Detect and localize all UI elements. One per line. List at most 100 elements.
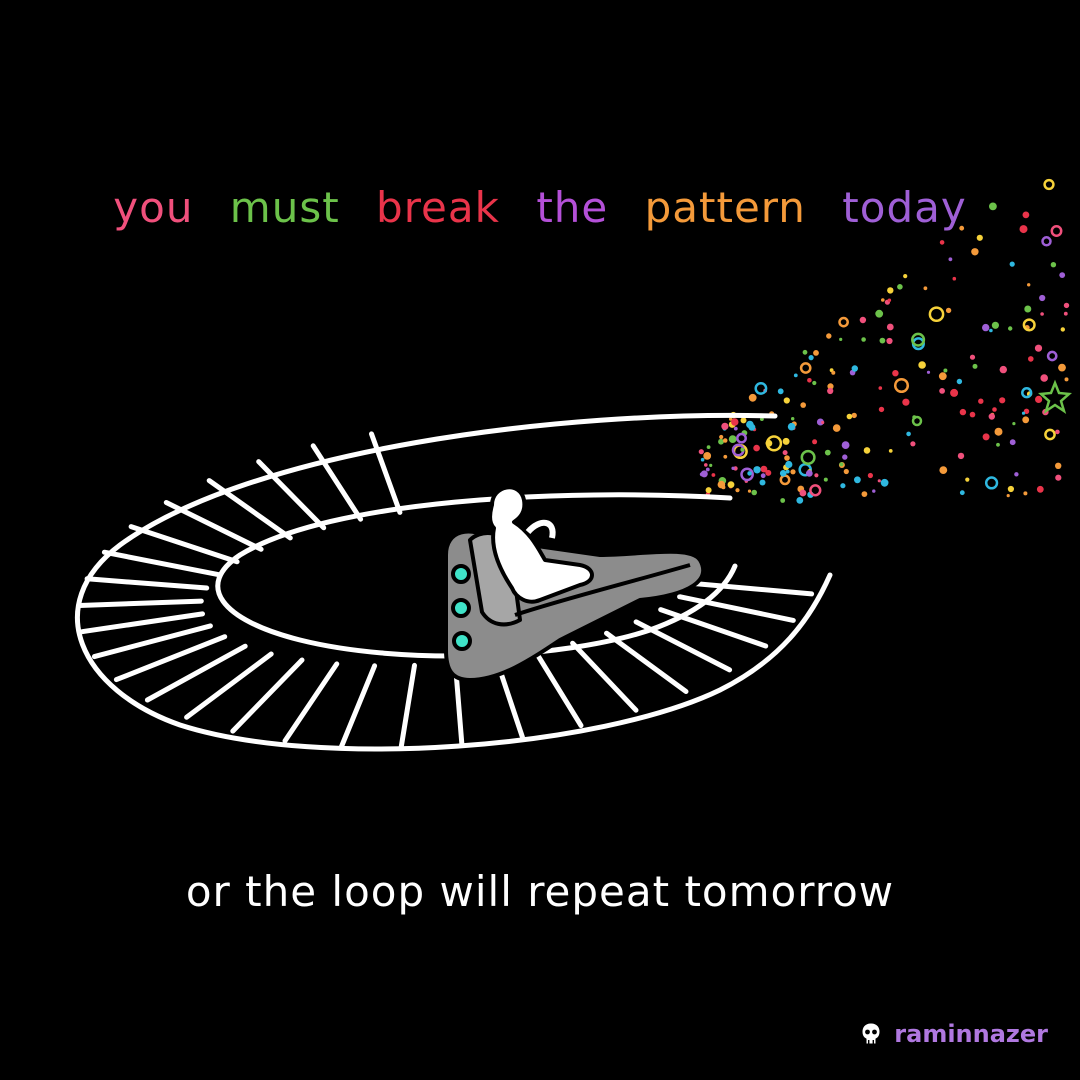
confetti-dot [886, 337, 893, 345]
confetti-dot [989, 328, 993, 333]
confetti-dot [731, 466, 735, 470]
confetti-dot [760, 465, 768, 473]
confetti-dot [851, 412, 857, 419]
confetti-dot [879, 337, 886, 344]
confetti-dot [838, 316, 849, 328]
confetti-dot [969, 354, 976, 360]
confetti-dot [753, 466, 761, 474]
confetti-dot [1009, 439, 1016, 446]
confetti-dot [826, 333, 832, 339]
confetti-dot [785, 460, 793, 469]
confetti-dot [893, 377, 910, 394]
artist-handle: raminnazer [894, 1020, 1048, 1048]
confetti-dot [705, 487, 712, 494]
confetti-dot [747, 471, 752, 476]
confetti-dot [746, 420, 754, 429]
confetti-dot [1007, 485, 1015, 493]
confetti-dot [779, 470, 787, 477]
confetti-dot [918, 361, 926, 369]
confetti-dot [831, 370, 836, 375]
confetti-dot [878, 386, 883, 390]
confetti-dot [950, 388, 959, 397]
headline-word-4: the [536, 183, 609, 232]
confetti-dot [982, 323, 990, 332]
confetti-dot [910, 441, 916, 447]
confetti-dot [823, 477, 828, 482]
confetti-dot [1040, 374, 1048, 382]
confetti-star [1038, 379, 1072, 414]
confetti-dot [952, 276, 957, 281]
confetti-dot [886, 323, 894, 331]
confetti-dot [943, 368, 948, 373]
confetti-dot [875, 309, 884, 318]
track-rung [339, 663, 378, 749]
confetti-dot [799, 362, 812, 374]
confetti-dot [1050, 262, 1057, 268]
confetti-dot [722, 438, 728, 443]
headline-word-6: today [842, 183, 967, 232]
confetti-dot [723, 454, 728, 459]
confetti-dot [938, 372, 947, 381]
cart-light-2 [451, 598, 471, 618]
confetti-dot [842, 454, 848, 460]
confetti-dot [784, 455, 790, 461]
confetti-dot [872, 489, 876, 493]
headline-word-5: pattern [644, 183, 806, 232]
confetti-dot [700, 470, 708, 478]
confetti-dot [991, 321, 1000, 329]
track-rung [77, 598, 204, 608]
confetti-dot [1055, 429, 1060, 435]
confetti-dot [1055, 462, 1062, 469]
confetti-dot [999, 365, 1007, 374]
cart-light-1 [451, 564, 471, 584]
confetti-dot [887, 298, 892, 302]
confetti-dot [1014, 472, 1019, 477]
confetti-dot [727, 481, 735, 488]
confetti-dot [867, 472, 874, 479]
confetti-dot [959, 490, 965, 496]
confetti-dot [923, 286, 928, 291]
confetti-dot [1058, 363, 1066, 372]
confetti-dot [892, 370, 899, 377]
confetti-dot [887, 287, 894, 294]
confetti-dot [751, 489, 757, 496]
confetti-dot [928, 306, 945, 323]
confetti-dot [787, 422, 796, 431]
skull-icon [861, 1022, 881, 1045]
confetti-dot [721, 422, 729, 430]
confetti-dot [999, 397, 1006, 404]
confetti-dot [780, 498, 786, 503]
caption: or the loop will repeat tomorrow [185, 867, 895, 916]
confetti-dot [800, 402, 806, 408]
confetti-dot [747, 489, 752, 493]
confetti-dot [888, 449, 893, 453]
track-rung [533, 649, 584, 729]
track-rung [570, 640, 639, 713]
confetti-dot [779, 474, 791, 486]
confetti-dot [863, 447, 871, 454]
confetti-dot [859, 316, 867, 324]
headline-word-1: you [113, 183, 194, 232]
confetti-dot [1034, 344, 1043, 352]
confetti-dot [703, 452, 712, 460]
confetti-dot [736, 432, 747, 444]
confetti-dot [984, 476, 999, 490]
confetti-dot [827, 387, 834, 395]
confetti-dot [1035, 395, 1043, 403]
confetti-dot [880, 478, 889, 487]
confetti-dot [793, 373, 798, 378]
confetti-dot [992, 407, 997, 412]
confetti-dot [1021, 411, 1026, 415]
confetti-dot [969, 411, 976, 418]
headline-word-2: must [229, 183, 340, 232]
confetti-dot [839, 462, 844, 467]
confetti-dot [939, 466, 948, 474]
confetti-dot [1060, 327, 1066, 332]
track-rung [144, 643, 248, 703]
confetti-dot [878, 406, 885, 413]
confetti-dot [861, 337, 866, 342]
confetti-dot [846, 413, 853, 420]
confetti-dot [824, 449, 831, 456]
cart-vehicle [444, 485, 706, 682]
confetti-dot [800, 449, 816, 465]
